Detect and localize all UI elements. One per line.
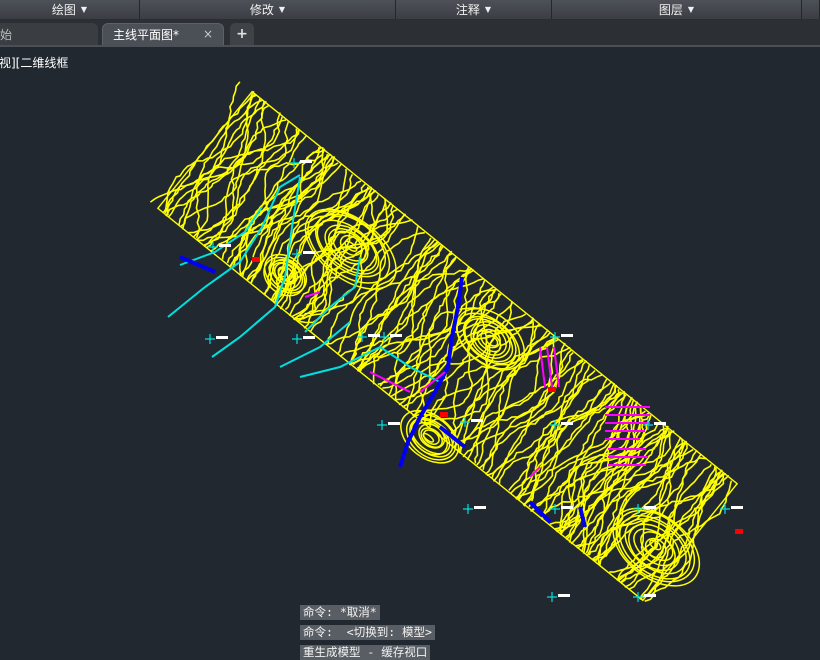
survey-point bbox=[292, 249, 302, 259]
point-label bbox=[558, 594, 570, 597]
caret-down-icon: ▼ bbox=[687, 5, 695, 14]
contour-line bbox=[457, 335, 555, 452]
contour-line bbox=[149, 81, 241, 203]
panel-draw-label: 绘图 bbox=[51, 3, 76, 17]
survey-boundary bbox=[156, 90, 739, 602]
survey-point bbox=[205, 334, 215, 344]
survey-point bbox=[377, 420, 387, 430]
viewport-controls-label[interactable]: 视][二维线框 bbox=[0, 54, 68, 71]
ribbon-panel-bar: 绘图 ▼ 修改 ▼ 注释 ▼ 图层 ▼ bbox=[0, 0, 820, 20]
panel-annotate-label: 注释 bbox=[455, 3, 480, 17]
file-tab-strip: 始 主线平面图* × + bbox=[0, 20, 820, 46]
panel-annotate[interactable]: 注释 ▼ bbox=[396, 0, 552, 19]
panel-layers-label: 图层 bbox=[658, 3, 683, 17]
point-label bbox=[644, 506, 656, 509]
point-label bbox=[654, 422, 666, 425]
contour-line bbox=[555, 406, 642, 532]
caret-down-icon: ▼ bbox=[484, 5, 492, 14]
close-icon[interactable]: × bbox=[203, 27, 213, 41]
point-label bbox=[216, 336, 228, 339]
command-history-line: 重生成模型 - 缓存视口 bbox=[300, 645, 431, 660]
survey-point bbox=[720, 504, 730, 514]
point-label bbox=[474, 506, 486, 509]
point-label bbox=[368, 334, 380, 337]
point-label bbox=[300, 160, 312, 163]
road-line bbox=[179, 255, 587, 528]
tab-start[interactable]: 始 bbox=[0, 23, 98, 45]
point-label bbox=[303, 251, 315, 254]
plus-icon: + bbox=[236, 26, 248, 42]
point-label bbox=[219, 244, 231, 247]
survey-point bbox=[292, 334, 302, 344]
panel-overflow[interactable] bbox=[802, 0, 820, 19]
model-space-canvas[interactable] bbox=[0, 47, 820, 650]
point-label bbox=[561, 334, 573, 337]
caret-down-icon: ▼ bbox=[278, 5, 286, 14]
point-label bbox=[388, 422, 400, 425]
command-history-line: 命令: *取消* bbox=[300, 605, 380, 620]
point-label bbox=[561, 506, 573, 509]
panel-layers[interactable]: 图层 ▼ bbox=[552, 0, 802, 19]
marker bbox=[252, 257, 260, 262]
point-label bbox=[561, 422, 573, 425]
new-tab-button[interactable]: + bbox=[230, 23, 254, 45]
marker bbox=[440, 412, 448, 417]
point-label bbox=[303, 336, 315, 339]
marker bbox=[735, 529, 743, 534]
point-label bbox=[390, 334, 402, 337]
point-label bbox=[471, 419, 483, 422]
caret-down-icon: ▼ bbox=[80, 5, 88, 14]
tab-drawing[interactable]: 主线平面图* × bbox=[102, 23, 224, 45]
marker bbox=[548, 387, 556, 392]
command-history-line: 命令: <切换到: 模型> bbox=[300, 625, 435, 640]
survey-point bbox=[547, 592, 557, 602]
survey-point bbox=[633, 504, 643, 514]
panel-modify[interactable]: 修改 ▼ bbox=[140, 0, 396, 19]
survey-point bbox=[463, 504, 473, 514]
point-label bbox=[731, 506, 743, 509]
survey-point bbox=[643, 420, 653, 430]
panel-modify-label: 修改 bbox=[249, 3, 274, 17]
panel-draw[interactable]: 绘图 ▼ bbox=[0, 0, 140, 19]
point-label bbox=[644, 594, 656, 597]
tab-start-label: 始 bbox=[0, 27, 13, 42]
tab-drawing-label: 主线平面图* bbox=[113, 28, 180, 42]
